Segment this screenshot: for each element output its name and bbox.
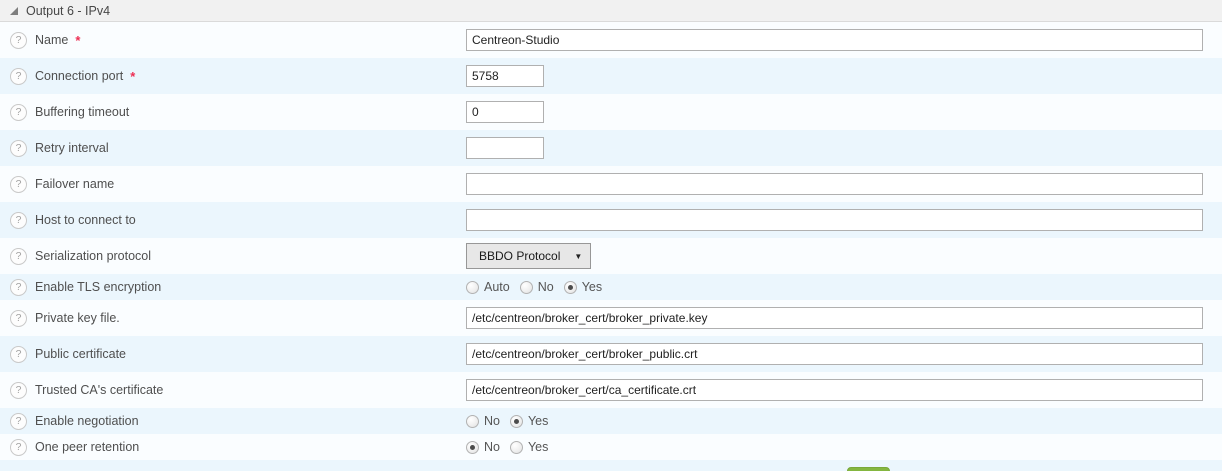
field-control [466, 173, 1203, 195]
enable-negotiation-radio-label-no: No [484, 414, 500, 428]
form-row-buffering-timeout: ? Buffering timeout [0, 94, 1222, 130]
field-label-enable-tls-encryption: Enable TLS encryption [35, 280, 161, 294]
field-control [466, 101, 544, 123]
section-header[interactable]: Output 6 - IPv4 [0, 0, 1222, 22]
field-control [466, 29, 1203, 51]
enable-negotiation-radio-no[interactable] [466, 415, 479, 428]
failover-name-input[interactable] [466, 173, 1203, 195]
selected-option-label: BBDO Protocol [479, 249, 560, 263]
field-label-trusted-ca-certificate: Trusted CA's certificate [35, 383, 163, 397]
help-icon[interactable]: ? [10, 310, 27, 327]
trusted-ca-certificate-input[interactable] [466, 379, 1203, 401]
form-row-one-peer-retention: ? One peer retention No Yes [0, 434, 1222, 460]
field-control: No Yes [466, 440, 558, 454]
footer-strip [0, 460, 1222, 471]
help-icon[interactable]: ? [10, 279, 27, 296]
help-icon[interactable]: ? [10, 346, 27, 363]
form-row-trusted-ca-certificate: ? Trusted CA's certificate [0, 372, 1222, 408]
field-label-host-to-connect-to: Host to connect to [35, 213, 136, 227]
enable-tls-encryption-radio-label-no: No [538, 280, 554, 294]
serialization-protocol-select[interactable]: BBDO Protocol ▼ [466, 243, 591, 269]
field-label-retry-interval: Retry interval [35, 141, 109, 155]
help-icon[interactable]: ? [10, 32, 27, 49]
field-control [466, 379, 1203, 401]
private-key-file-input[interactable] [466, 307, 1203, 329]
field-control: BBDO Protocol ▼ [466, 243, 591, 269]
field-control [466, 137, 544, 159]
form-row-connection-port: ? Connection port * [0, 58, 1222, 94]
enable-tls-encryption-radio-auto[interactable] [466, 281, 479, 294]
field-control [466, 209, 1203, 231]
one-peer-retention-radio-label-no: No [484, 440, 500, 454]
dropdown-arrow-icon: ▼ [574, 252, 582, 261]
form-rows: ? Name *? Connection port *? Buffering timeou… [0, 22, 1222, 460]
enable-tls-encryption-radio-no[interactable] [520, 281, 533, 294]
required-asterisk: * [75, 33, 80, 48]
field-control [466, 307, 1203, 329]
enable-negotiation-radio-label-yes: Yes [528, 414, 548, 428]
form-row-enable-negotiation: ? Enable negotiation No Yes [0, 408, 1222, 434]
host-to-connect-to-input[interactable] [466, 209, 1203, 231]
form-row-failover-name: ? Failover name [0, 166, 1222, 202]
help-icon[interactable]: ? [10, 382, 27, 399]
enable-negotiation-radio-yes[interactable] [510, 415, 523, 428]
form-row-name: ? Name * [0, 22, 1222, 58]
save-button[interactable] [847, 467, 890, 471]
field-label-one-peer-retention: One peer retention [35, 440, 139, 454]
form-row-host-to-connect-to: ? Host to connect to [0, 202, 1222, 238]
collapse-triangle-icon [10, 7, 18, 15]
broker-output-config-form: Output 6 - IPv4 ? Name *? Connection port *?… [0, 0, 1222, 471]
one-peer-retention-radio-label-yes: Yes [528, 440, 548, 454]
form-row-enable-tls-encryption: ? Enable TLS encryption Auto No Yes [0, 274, 1222, 300]
buffering-timeout-input[interactable] [466, 101, 544, 123]
help-icon[interactable]: ? [10, 140, 27, 157]
public-certificate-input[interactable] [466, 343, 1203, 365]
form-row-public-certificate: ? Public certificate [0, 336, 1222, 372]
help-icon[interactable]: ? [10, 176, 27, 193]
enable-tls-encryption-radio-yes[interactable] [564, 281, 577, 294]
field-label-public-certificate: Public certificate [35, 347, 126, 361]
field-label-failover-name: Failover name [35, 177, 114, 191]
field-control: Auto No Yes [466, 280, 612, 294]
enable-tls-encryption-radio-label-yes: Yes [582, 280, 602, 294]
help-icon[interactable]: ? [10, 104, 27, 121]
field-label-connection-port: Connection port [35, 69, 123, 83]
one-peer-retention-radio-yes[interactable] [510, 441, 523, 454]
field-label-name: Name [35, 33, 68, 47]
form-row-retry-interval: ? Retry interval [0, 130, 1222, 166]
help-icon[interactable]: ? [10, 248, 27, 265]
field-label-enable-negotiation: Enable negotiation [35, 414, 139, 428]
field-control [466, 343, 1203, 365]
enable-tls-encryption-radio-label-auto: Auto [484, 280, 510, 294]
one-peer-retention-radio-no[interactable] [466, 441, 479, 454]
help-icon[interactable]: ? [10, 439, 27, 456]
help-icon[interactable]: ? [10, 212, 27, 229]
field-control [466, 65, 544, 87]
field-control: No Yes [466, 414, 558, 428]
form-row-private-key-file: ? Private key file. [0, 300, 1222, 336]
required-asterisk: * [130, 69, 135, 84]
connection-port-input[interactable] [466, 65, 544, 87]
help-icon[interactable]: ? [10, 413, 27, 430]
section-title: Output 6 - IPv4 [26, 4, 110, 18]
form-row-serialization-protocol: ? Serialization protocol BBDO Protocol ▼ [0, 238, 1222, 274]
help-icon[interactable]: ? [10, 68, 27, 85]
field-label-serialization-protocol: Serialization protocol [35, 249, 151, 263]
retry-interval-input[interactable] [466, 137, 544, 159]
field-label-buffering-timeout: Buffering timeout [35, 105, 129, 119]
name-input[interactable] [466, 29, 1203, 51]
field-label-private-key-file: Private key file. [35, 311, 120, 325]
